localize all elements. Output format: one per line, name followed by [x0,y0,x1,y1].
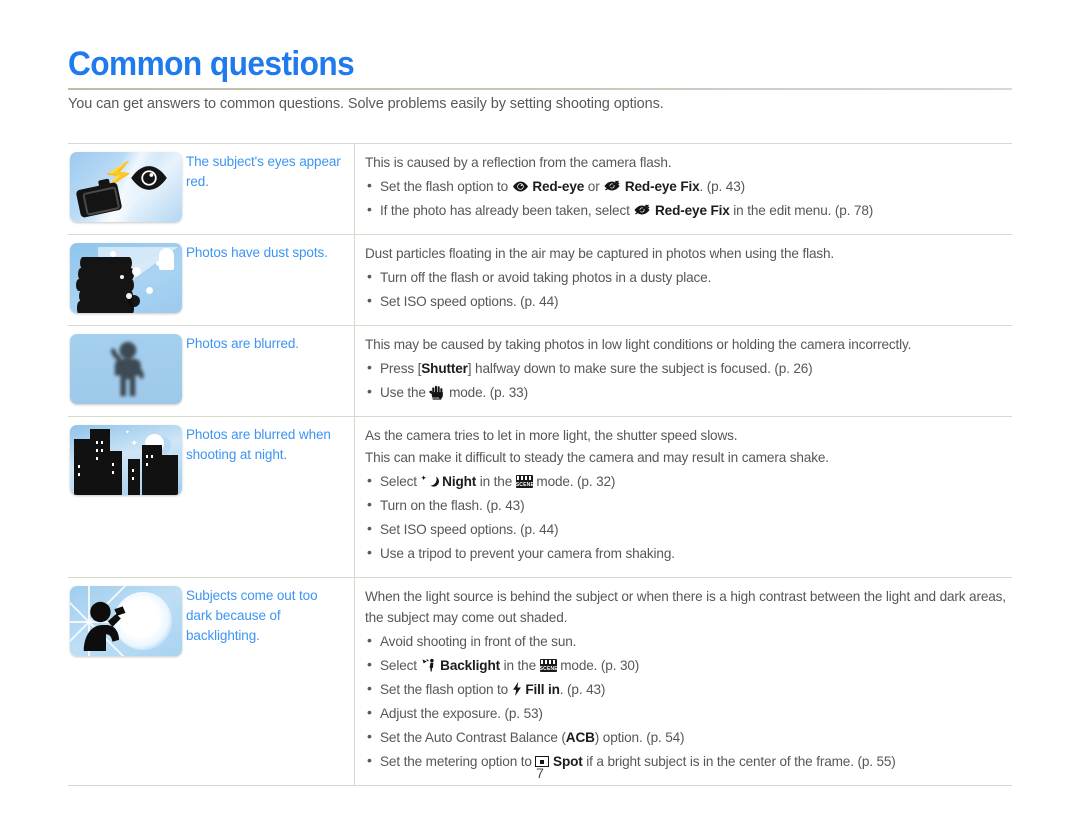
thumbnail-cell [68,144,182,234]
backlight-thumbnail [70,586,182,656]
table-row: ✦✦✦✦Photos are blurred when shooting at … [68,417,1012,578]
thumbnail-cell [68,578,182,785]
suggestion-item: Set ISO speed options. (p. 44) [365,518,1006,540]
answer-cell: Dust particles floating in the air may b… [354,235,1012,325]
blurred-photo-thumbnail [70,334,182,404]
intro-text: You can get answers to common questions.… [68,96,664,112]
answer-cell: As the camera tries to let in more light… [354,417,1012,577]
emphasis-text: Red-eye [532,179,585,194]
red-eye-fix-icon [633,202,651,216]
suggestion-item: Avoid shooting in front of the sun. [365,630,1006,652]
night-mode-icon [420,473,439,487]
emphasis-text: Night [442,474,477,489]
answer-lead-secondary: This can make it difficult to steady the… [365,450,829,465]
suggestion-list: Select Night in the SCENE mode. (p. 32)T… [365,470,1006,564]
suggestion-item: Adjust the exposure. (p. 53) [365,702,1006,724]
night-blur-thumbnail: ✦✦✦✦ [70,425,182,495]
suggestion-item: Set ISO speed options. (p. 44) [365,290,1006,312]
suggestion-item: Turn on the flash. (p. 43) [365,494,1006,516]
answer-cell: This may be caused by taking photos in l… [354,326,1012,416]
scene-mode-icon: SCENE [539,659,557,672]
dust-spots-thumbnail [70,243,182,313]
suggestion-item: Press [Shutter] halfway down to make sur… [365,357,1006,379]
answer-lead: As the camera tries to let in more light… [365,428,738,443]
svg-text:DUAL: DUAL [434,397,441,400]
answer-lead: Dust particles floating in the air may b… [365,246,835,261]
suggestion-item: If the photo has already been taken, sel… [365,199,1006,221]
table-row: Photos have dust spots. Dust particles fl… [68,235,1012,326]
emphasis-text: Fill in [525,682,560,697]
suggestion-item: Select Night in the SCENE mode. (p. 32) [365,470,1006,492]
question-label: Photos have dust spots. [186,245,328,260]
red-eye-thumbnail [70,152,182,222]
thumbnail-cell [68,326,182,416]
backlight-mode-icon [421,657,437,672]
question-label: Photos are blurred. [186,336,299,351]
suggestion-item: Use the DUAL mode. (p. 33) [365,381,1006,403]
answer-cell: This is caused by a reflection from the … [354,144,1012,234]
suggestion-item: Set the flash option to Red-eye or Red-e… [365,175,1006,197]
question-label: Subjects come out too dark because of ba… [186,588,318,643]
answer-lead: This is caused by a reflection from the … [365,155,672,170]
page-title: Common questions [68,45,355,83]
suggestion-list: Avoid shooting in front of the sun.Selec… [365,630,1006,772]
red-eye-fix-icon [603,178,621,192]
answer-cell: When the light source is behind the subj… [354,578,1012,785]
thumbnail-cell [68,235,182,325]
page-number: 7 [536,765,544,781]
scene-mode-icon: SCENE [515,475,533,488]
answer-lead: This may be caused by taking photos in l… [365,337,912,352]
emphasis-text: Shutter [421,361,468,376]
dual-is-hand-icon: DUAL [429,385,445,400]
suggestion-item: Set the Auto Contrast Balance (ACB) opti… [365,726,1006,748]
suggestion-item: Turn off the flash or avoid taking photo… [365,266,1006,288]
emphasis-text: Red-eye Fix [624,179,700,194]
suggestion-list: Turn off the flash or avoid taking photo… [365,266,1006,312]
answer-lead: When the light source is behind the subj… [365,589,1006,625]
thumbnail-cell: ✦✦✦✦ [68,417,182,577]
table-row: Subjects come out too dark because of ba… [68,578,1012,786]
question-label: Photos are blurred when shooting at nigh… [186,427,331,462]
suggestion-list: Press [Shutter] halfway down to make sur… [365,357,1006,403]
title-divider [68,88,1012,90]
question-label: The subject's eyes appear red. [186,154,341,189]
fill-in-flash-icon [512,681,522,696]
table-row: The subject's eyes appear red. This is ca… [68,144,1012,235]
suggestion-list: Set the flash option to Red-eye or Red-e… [365,175,1006,221]
suggestion-item: Use a tripod to prevent your camera from… [365,542,1006,564]
manual-page: Common questions You can get answers to … [0,0,1080,815]
emphasis-text: Red-eye Fix [655,203,730,218]
emphasis-text: ACB [565,730,595,745]
table-row: Photos are blurred. This may be caused by… [68,326,1012,417]
suggestion-item: Set the flash option to Fill in. (p. 43) [365,678,1006,700]
common-questions-table: The subject's eyes appear red. This is ca… [68,143,1012,786]
emphasis-text: Backlight [440,658,500,673]
suggestion-item: Select Backlight in the SCENE mode. (p. … [365,654,1006,676]
red-eye-icon [512,178,529,192]
